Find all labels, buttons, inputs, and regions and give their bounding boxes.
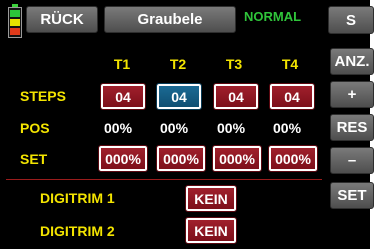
digitrim-1-label: DIGITRIM 1 — [40, 190, 115, 206]
plus-button[interactable]: + — [330, 81, 374, 108]
top-right-button[interactable]: S — [328, 6, 374, 34]
steps-label: STEPS — [20, 88, 66, 104]
pos-t2-value: 00% — [160, 120, 189, 136]
res-button[interactable]: RES — [330, 114, 374, 141]
mode-label: NORMAL — [244, 9, 302, 24]
steps-t2-value[interactable]: 04 — [156, 83, 202, 110]
column-header-t1: T1 — [113, 56, 131, 72]
set-label: SET — [20, 151, 48, 167]
back-button[interactable]: RÜCK — [26, 6, 98, 33]
pos-label: POS — [20, 120, 50, 136]
battery-icon — [8, 4, 22, 38]
set-t4-value[interactable]: 000% — [268, 145, 318, 172]
digitrim-2-value[interactable]: KEIN — [185, 217, 237, 244]
minus-button[interactable]: – — [330, 147, 374, 174]
digitrim-1-value[interactable]: KEIN — [185, 185, 237, 212]
column-header-t2: T2 — [169, 56, 187, 72]
steps-t1-value[interactable]: 04 — [100, 83, 146, 110]
separator-line — [6, 179, 322, 180]
pos-t4-value: 00% — [273, 120, 302, 136]
set-t1-value[interactable]: 000% — [98, 145, 148, 172]
pos-t1-value: 00% — [104, 120, 133, 136]
steps-t3-value[interactable]: 04 — [213, 83, 259, 110]
column-header-t3: T3 — [225, 56, 243, 72]
set-button[interactable]: SET — [330, 182, 374, 209]
set-t2-value[interactable]: 000% — [156, 145, 206, 172]
set-t3-value[interactable]: 000% — [212, 145, 262, 172]
digitrim-2-label: DIGITRIM 2 — [40, 223, 115, 239]
anz-button[interactable]: ANZ. — [330, 48, 374, 75]
steps-t4-value[interactable]: 04 — [269, 83, 315, 110]
model-name-button[interactable]: Graubele — [104, 6, 236, 33]
column-header-t4: T4 — [281, 56, 299, 72]
pos-t3-value: 00% — [217, 120, 246, 136]
